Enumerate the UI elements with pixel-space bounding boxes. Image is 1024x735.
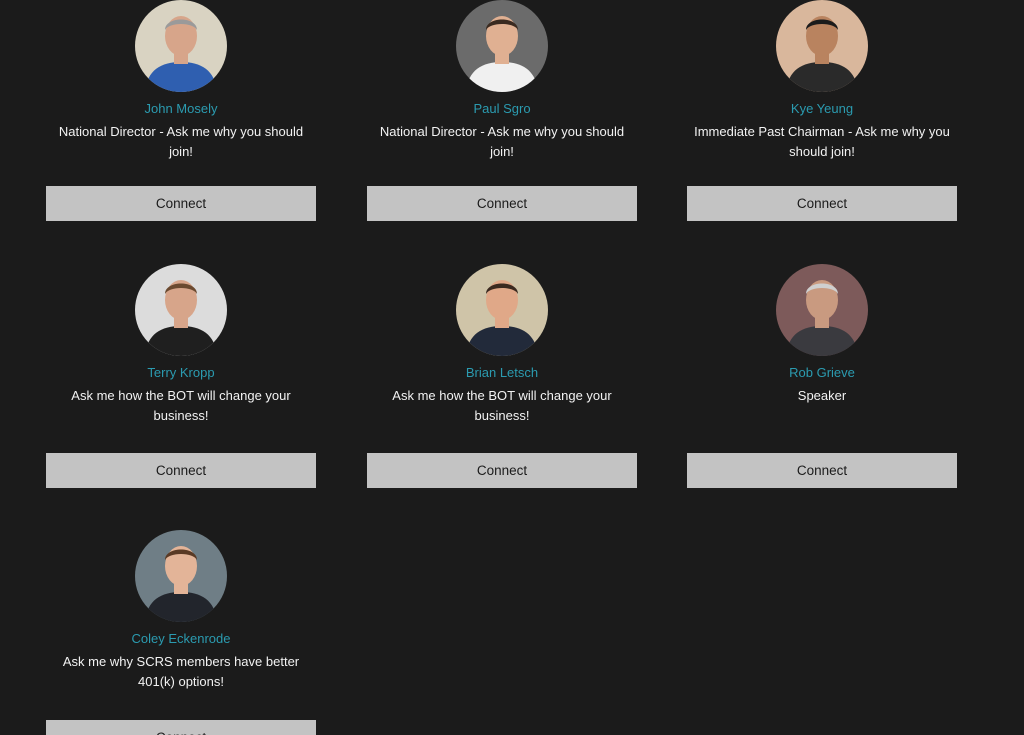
avatar [135,530,227,622]
profile-card: John Mosely National Director - Ask me w… [46,0,316,221]
person-photo-icon [456,0,548,92]
avatar [776,0,868,92]
avatar [135,264,227,356]
person-photo-icon [456,264,548,356]
profile-name[interactable]: Kye Yeung [687,101,957,117]
connect-button[interactable]: Connect [687,453,957,488]
profile-card: Coley Eckenrode Ask me why SCRS members … [46,530,316,735]
avatar [456,264,548,356]
profile-title: Ask me how the BOT will change your busi… [71,388,291,423]
avatar [135,0,227,92]
connect-button[interactable]: Connect [367,186,637,221]
profile-name[interactable]: John Mosely [46,101,316,117]
profile-card: Rob Grieve Speaker Connect [687,264,957,488]
avatar [456,0,548,92]
person-photo-icon [776,0,868,92]
profile-name[interactable]: Paul Sgro [367,101,637,117]
person-photo-icon [135,264,227,356]
profile-name[interactable]: Brian Letsch [367,365,637,381]
profile-title: Ask me why SCRS members have better 401(… [62,654,300,689]
profile-title: Ask me how the BOT will change your busi… [392,388,612,423]
avatar [776,264,868,356]
profile-title: Immediate Past Chairman - Ask me why you… [694,124,950,159]
profile-card: Terry Kropp Ask me how the BOT will chan… [46,264,316,488]
connect-button[interactable]: Connect [46,720,316,735]
profile-card: Brian Letsch Ask me how the BOT will cha… [367,264,637,488]
connect-button[interactable]: Connect [46,453,316,488]
profile-name[interactable]: Coley Eckenrode [46,631,316,647]
profile-title: National Director - Ask me why you shoul… [58,124,304,159]
profile-title: Speaker [797,388,847,403]
profile-title: National Director - Ask me why you shoul… [379,124,625,159]
profile-name[interactable]: Terry Kropp [46,365,316,381]
connect-button[interactable]: Connect [367,453,637,488]
person-photo-icon [776,264,868,356]
person-photo-icon [135,0,227,92]
profile-card: Paul Sgro National Director - Ask me why… [367,0,637,221]
profile-name[interactable]: Rob Grieve [687,365,957,381]
connect-button[interactable]: Connect [687,186,957,221]
person-photo-icon [135,530,227,622]
profile-grid: John Mosely National Director - Ask me w… [0,0,1024,735]
profile-card: Kye Yeung Immediate Past Chairman - Ask … [687,0,957,221]
connect-button[interactable]: Connect [46,186,316,221]
